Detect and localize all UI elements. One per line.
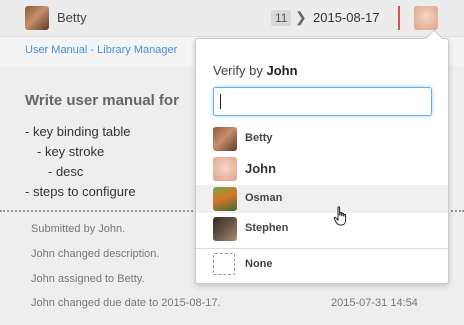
popup-heading: Verify by John <box>213 63 298 78</box>
description-line: - desc <box>48 164 84 179</box>
task-header: Betty 11 ❯ 2015-08-17 <box>0 0 464 36</box>
user-search-input[interactable] <box>213 87 432 116</box>
user-option-label: Betty <box>245 132 273 144</box>
breadcrumb-link[interactable]: User Manual - Library Manager <box>25 44 177 56</box>
betty-avatar <box>213 127 237 151</box>
user-option-stephen[interactable]: Stephen <box>196 215 448 243</box>
chevron-right-icon: ❯ <box>295 9 307 25</box>
none-option-label[interactable]: None <box>245 258 273 270</box>
verify-popup: Verify by John Betty John Osman Stephen … <box>195 29 449 284</box>
user-option-label: Osman <box>245 192 283 204</box>
user-option-osman[interactable]: Osman <box>196 185 448 213</box>
description-line: - steps to configure <box>25 184 136 199</box>
user-option-john[interactable]: John <box>196 155 448 183</box>
activity-entry: Submitted by John. <box>31 223 126 235</box>
activity-entry: John assigned to Betty. <box>31 273 145 285</box>
john-avatar <box>213 157 237 181</box>
options-divider <box>196 248 448 249</box>
text-cursor <box>220 94 221 109</box>
description-line: - key stroke <box>37 144 105 159</box>
user-option-betty[interactable]: Betty <box>196 125 448 153</box>
hand-cursor-icon <box>333 206 347 226</box>
none-placeholder-icon[interactable] <box>213 253 235 275</box>
due-date[interactable]: 2015-08-17 <box>313 10 380 25</box>
osman-avatar <box>213 187 237 211</box>
assignee-avatar[interactable] <box>25 6 49 30</box>
user-option-label: Stephen <box>245 222 289 234</box>
verifier-avatar-button[interactable] <box>414 6 438 30</box>
description-line: - key binding table <box>25 124 131 139</box>
activity-entry: John changed due date to 2015-08-17. <box>31 297 221 309</box>
popup-heading-user: John <box>266 63 298 78</box>
popup-heading-prefix: Verify by <box>213 63 263 78</box>
task-title: Write user manual for <box>25 92 179 109</box>
assignee-name[interactable]: Betty <box>57 10 87 25</box>
due-indicator-bar <box>398 6 400 30</box>
activity-entry: John changed description. <box>31 248 160 260</box>
count-badge: 11 <box>271 10 292 26</box>
activity-timestamp: 2015-07-31 14:54 <box>331 297 418 309</box>
user-option-label: John <box>245 161 277 176</box>
stephen-avatar <box>213 217 237 241</box>
